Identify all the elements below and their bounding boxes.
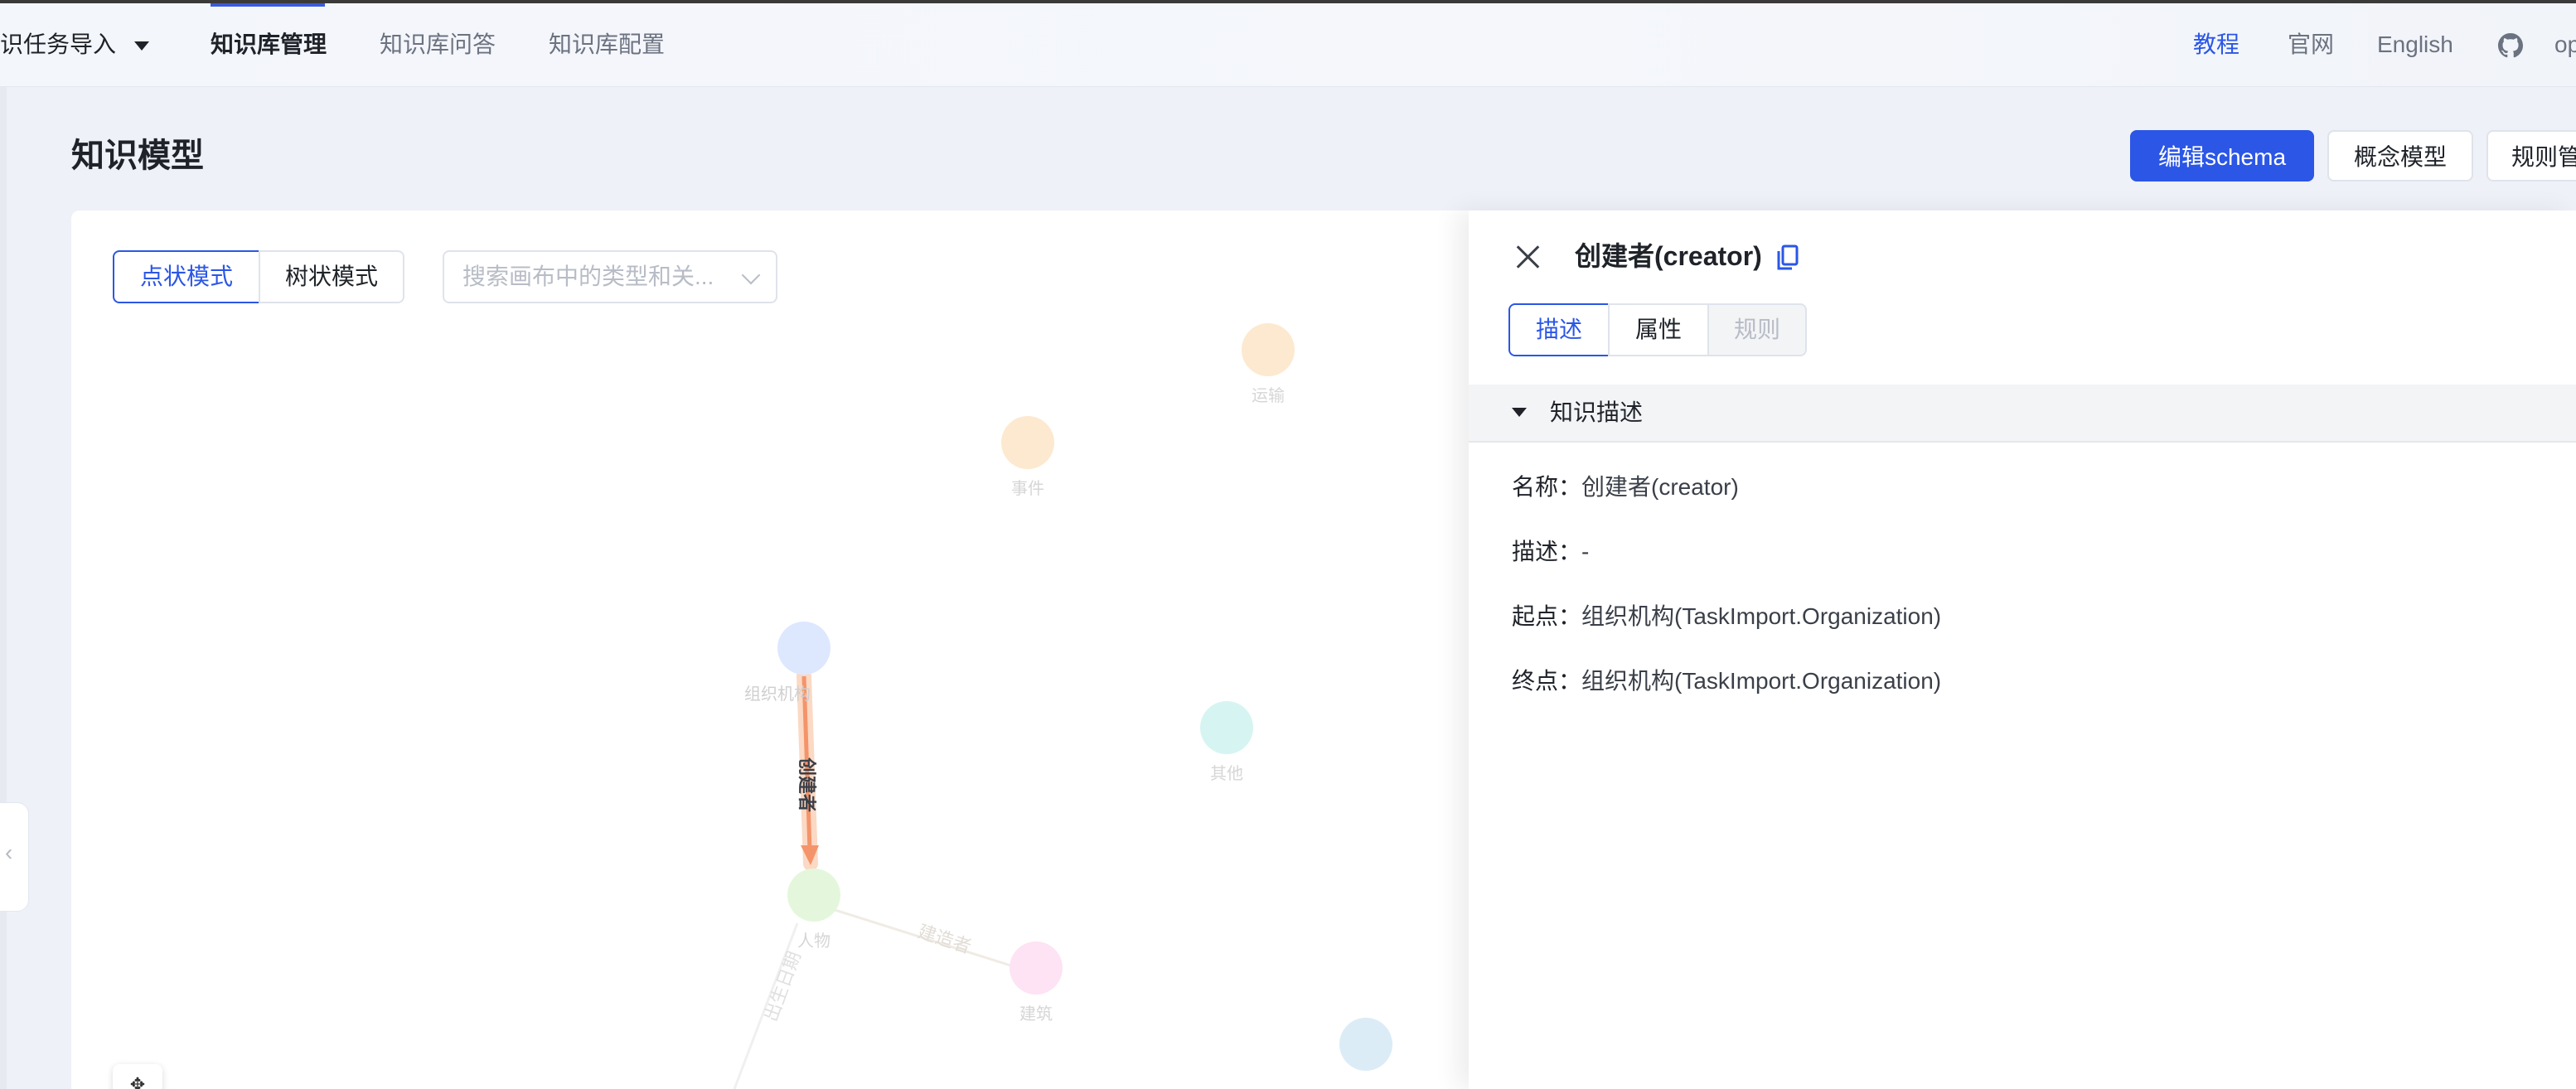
- copy-icon[interactable]: [1775, 244, 1800, 272]
- graph-node-other[interactable]: 其他: [1200, 701, 1253, 783]
- canvas-search-select[interactable]: 搜索画布中的类型和关...: [443, 250, 777, 303]
- node-label-building: 建筑: [1019, 1004, 1053, 1024]
- graph-node-partial[interactable]: [1339, 1018, 1392, 1071]
- graph-node-event[interactable]: 事件: [1001, 416, 1054, 498]
- tab-rules[interactable]: 规则: [1707, 303, 1807, 356]
- detail-drawer: 创建者(creator) 描述 属性 规则 知识描述 名称：创建者(creato…: [1469, 211, 2576, 1089]
- drawer-title: 创建者(creator): [1575, 241, 1762, 271]
- project-selector[interactable]: 识任务导入: [0, 28, 116, 61]
- tab-properties[interactable]: 属性: [1608, 303, 1709, 356]
- canvas-search-placeholder: 搜索画布中的类型和关...: [462, 264, 714, 289]
- graph-edge-birthdate[interactable]: 出生日期: [733, 922, 805, 1089]
- nav-knowledge-base-qa[interactable]: 知识库问答: [380, 28, 496, 61]
- edge-label-creator: 创建者: [797, 757, 817, 812]
- field-name-label: 名称：: [1512, 474, 1582, 500]
- nav-knowledge-base-config[interactable]: 知识库配置: [549, 28, 665, 61]
- chevron-down-icon[interactable]: [134, 41, 149, 51]
- node-label-transport: 运输: [1252, 386, 1285, 405]
- field-end-label: 终点：: [1512, 668, 1582, 694]
- edit-schema-button[interactable]: 编辑schema: [2130, 130, 2314, 182]
- field-name-value: 创建者(creator): [1581, 474, 1739, 500]
- section-knowledge-description[interactable]: 知识描述: [1469, 385, 2576, 443]
- left-sidebar-edge: [0, 87, 7, 1089]
- concept-model-button[interactable]: 概念模型: [2327, 130, 2473, 182]
- chevron-left-icon: ‹: [5, 840, 13, 865]
- field-name: 名称：创建者(creator): [1512, 471, 1739, 504]
- graph-canvas[interactable]: 建造者 出生日期 创建者 运输 事件 组织机构 其他 人物 建筑: [71, 211, 1472, 1089]
- rule-manage-button[interactable]: 规则管: [2486, 130, 2576, 182]
- field-description-value: -: [1581, 539, 1590, 564]
- page-title: 知识模型: [71, 138, 204, 174]
- graph-edge-builder[interactable]: 建造者: [813, 902, 1035, 975]
- graph-node-person[interactable]: 人物: [787, 869, 840, 951]
- field-end-value: 组织机构(TaskImport.Organization): [1581, 668, 1942, 694]
- chevron-down-icon: [741, 265, 761, 285]
- node-label-person: 人物: [797, 932, 830, 951]
- fit-view-icon: ✥: [129, 1074, 146, 1089]
- close-icon[interactable]: [1513, 242, 1543, 272]
- tree-mode-toggle[interactable]: 树状模式: [259, 250, 404, 303]
- website-link[interactable]: 官网: [2288, 28, 2334, 61]
- field-start: 起点：组织机构(TaskImport.Organization): [1512, 600, 1941, 633]
- graph-canvas-panel: 建造者 出生日期 创建者 运输 事件 组织机构 其他 人物 建筑 点状模式 树状…: [71, 211, 1472, 1089]
- graph-node-transport[interactable]: 运输: [1242, 323, 1295, 405]
- node-label-event: 事件: [1011, 479, 1044, 498]
- edge-label-birthdate: 出生日期: [760, 948, 805, 1024]
- edge-label-builder: 建造者: [915, 921, 974, 957]
- graph-node-building[interactable]: 建筑: [1010, 941, 1063, 1024]
- fit-view-button[interactable]: ✥: [113, 1064, 162, 1089]
- language-switch[interactable]: English: [2377, 28, 2453, 61]
- field-description-label: 描述：: [1512, 539, 1582, 564]
- point-mode-toggle[interactable]: 点状模式: [113, 250, 260, 303]
- node-label-other: 其他: [1210, 764, 1243, 783]
- github-icon[interactable]: [2498, 33, 2523, 58]
- field-start-value: 组织机构(TaskImport.Organization): [1581, 603, 1942, 629]
- user-menu[interactable]: op: [2554, 28, 2576, 61]
- section-title: 知识描述: [1550, 399, 1644, 425]
- node-label-organization: 组织机构: [744, 685, 811, 704]
- tutorial-link[interactable]: 教程: [2193, 28, 2239, 61]
- tab-description[interactable]: 描述: [1508, 303, 1610, 356]
- active-nav-indicator: [211, 3, 325, 7]
- field-start-label: 起点：: [1512, 603, 1582, 629]
- field-description: 描述：-: [1512, 535, 1589, 569]
- caret-down-icon: [1512, 408, 1527, 417]
- nav-knowledge-base-manage[interactable]: 知识库管理: [211, 28, 327, 61]
- field-end: 终点：组织机构(TaskImport.Organization): [1512, 665, 1941, 698]
- graph-node-organization[interactable]: 组织机构: [744, 622, 830, 704]
- sidebar-expand-button[interactable]: ‹: [0, 802, 29, 912]
- top-navigation-bar: 识任务导入 知识库管理 知识库问答 知识库配置 教程 官网 English op: [0, 3, 2576, 87]
- graph-edge-creator[interactable]: 创建者: [797, 669, 819, 871]
